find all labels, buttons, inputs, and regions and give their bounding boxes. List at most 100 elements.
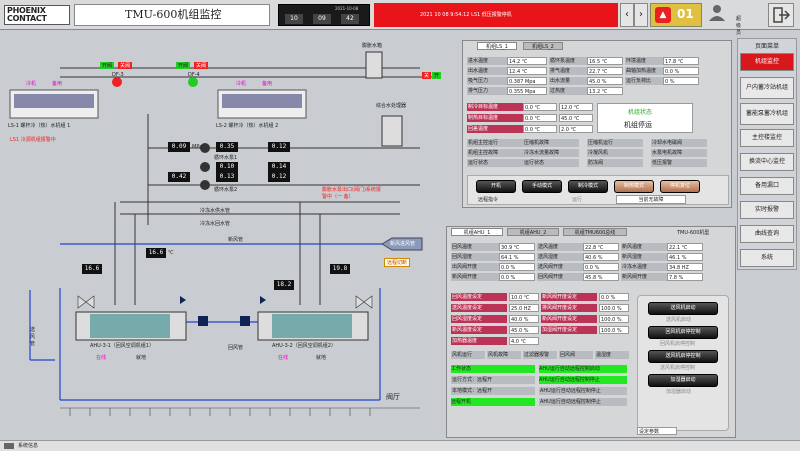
ls-cmd-value: 当前无故障 [616, 195, 686, 204]
ahu2-mode: 在线 [278, 355, 289, 361]
ahu-set0-label: 回风温度设定 [451, 293, 507, 301]
ahu-status-2-value: AHU运行自动远程控制停止 [539, 387, 627, 395]
pump3-outlet-pressure-2: 0.12 [268, 172, 290, 182]
logout-icon [773, 7, 791, 23]
nav-item-main-control[interactable]: 主控楼监控 [740, 129, 794, 147]
alarm-count: 01 [677, 7, 694, 21]
ahu1-name: AHU-3-1（回风空调机组1） [90, 343, 154, 349]
ls-lamp-2-3: 低压报警 [651, 159, 707, 167]
tab-tmu600[interactable]: 机组TMU600总线 [563, 228, 627, 236]
tank-start-btn[interactable]: 开 [432, 72, 442, 79]
alarm-banner[interactable]: 2021 10 08 9:54:12 LS1 低压报警停机 [374, 3, 618, 27]
ahu-set1-value2[interactable]: 100.0 % [599, 304, 629, 312]
footer-bar: 系统信息 [0, 440, 800, 451]
ahu-fan-start-button[interactable]: 送风机启动 [648, 302, 718, 315]
ahu-setting-note[interactable]: 设定参数 [637, 427, 677, 435]
prev-alarm-button[interactable]: ‹ [620, 3, 634, 27]
nav-item-converter-center[interactable]: 换流中心监控 [740, 153, 794, 171]
tab-ahu1[interactable]: 机组AHU_1 [451, 228, 503, 236]
tab-ahu2[interactable]: 机组AHU_2 [507, 228, 559, 236]
ls-reset-button[interactable]: 停机复位 [660, 180, 700, 193]
tank-stop-btn[interactable]: 关 [422, 72, 432, 79]
nav-item-spare-port[interactable]: 备用漏口 [740, 177, 794, 195]
right-warning: 膨胀水泵出口(阀门)系统报警中（一 备） [322, 187, 381, 200]
ahu-status-0-label: 工作状态 [451, 365, 535, 373]
ls-cool-button[interactable]: 制冷模式 [568, 180, 608, 193]
alarm-counter[interactable]: ▲ 01 [650, 3, 702, 27]
clock-display: 2021-10-08 10 09 42 [278, 4, 370, 26]
ls-manual-button[interactable]: 手动模式 [522, 180, 562, 193]
ls-row3-c1: 0.355 Mpa [507, 87, 547, 95]
ahu-humidifier-button[interactable]: 加湿器启动 [648, 374, 718, 387]
ahu-row1-c1: 64.1 % [499, 253, 535, 261]
ahu-set0-value[interactable]: 10.0 ℃ [509, 293, 539, 301]
phoenix-logo: PHOENIX CONTACT [4, 5, 70, 25]
ahu-set2-value2[interactable]: 100.0 % [599, 315, 629, 323]
tab-ls2[interactable]: 机组LS_2 [523, 42, 563, 50]
chiller-2-open-btn[interactable]: 开阀 [176, 62, 191, 69]
process-diagram [9, 51, 440, 416]
ahu-lamp-0: 风机运行 [451, 351, 485, 359]
footer-label[interactable]: 系统信息 [18, 443, 38, 449]
chiller-2-mode: 冷机 [236, 81, 247, 87]
ahu-set1-value[interactable]: 25.0 HZ [509, 304, 539, 312]
ahu-set3-label: 新风温度设定 [451, 326, 507, 334]
ls-set0-input[interactable]: 12.0 ℃ [559, 103, 593, 111]
ls-lamp-1-2: 冷凝风机 [587, 149, 643, 157]
air-supply-pipe-label: 送风管 [30, 327, 36, 347]
chiller-1-mode: 冷机 [26, 81, 37, 87]
next-alarm-button[interactable]: › [634, 3, 648, 27]
nav-item-realtime-alarm[interactable]: 实时报警 [740, 201, 794, 219]
ahu1-mode: 在线 [96, 355, 107, 361]
ahu-row3-c3: 45.8 % [583, 273, 619, 281]
ahu-row3-c2: 回风阀开度 [537, 273, 583, 281]
ls-row0-c0: 进水温度 [467, 57, 507, 65]
user-widget[interactable]: 超级员 [706, 3, 742, 36]
ahu-set2-value[interactable]: 40.0 % [509, 315, 539, 323]
ls-lamp-0-0: 机组主控运行 [467, 139, 523, 147]
ahu-row2-c5: 34.8 HZ [667, 263, 703, 271]
remote-cut-button[interactable]: 远程切断 [384, 258, 411, 267]
ahu-row2-c4: 冷冻水温度 [621, 263, 667, 271]
header-bar: PHOENIX CONTACT TMU-600机组监控 2021-10-08 1… [0, 0, 800, 36]
pump1-outlet-pressure-2: 0.12 [268, 142, 290, 152]
ls-set2-label: 回差温度 [467, 125, 523, 133]
nav-item-indoor-station[interactable]: 户内蓄冷站机组 [740, 77, 794, 99]
chiller-2-close-btn[interactable]: 关阀 [194, 62, 209, 69]
ls-heat-button[interactable]: 制热模式 [614, 180, 654, 193]
ls-state-title: 机组状态 [628, 109, 653, 116]
chiller-1-open-btn[interactable]: 开阀 [100, 62, 115, 69]
logout-button[interactable] [768, 3, 794, 27]
ahu-set4-value[interactable]: 4.0 ℃ [509, 337, 539, 345]
nav-item-unit-monitor[interactable]: 机组监控 [740, 53, 794, 71]
ls-start-button[interactable]: 开机 [476, 180, 516, 193]
tab-ls1[interactable]: 机组LS_1 [477, 42, 517, 50]
ahu-set1-label2: 排风阀开度设定 [541, 304, 597, 312]
ahu-row2-c0: 出风阀开度 [451, 263, 499, 271]
ls-row2-c3: 45.0 % [587, 77, 623, 85]
ahu-set3-value[interactable]: 45.0 % [509, 326, 539, 334]
ls-set2-cur: 0.0 ℃ [523, 125, 557, 133]
ahu-return-fan-button[interactable]: 回风机启停控制 [648, 326, 718, 339]
ahu-row1-c3: 40.6 % [583, 253, 619, 261]
temp-unit-2: ℃ [168, 250, 174, 256]
ls-set2-input[interactable]: 2.0 ℃ [559, 125, 593, 133]
ahu-lamp-3: 回风阀 [559, 351, 593, 359]
ls-set1-label: 制热目标温度 [467, 114, 523, 122]
ahu-set0-value2[interactable]: 0.0 % [599, 293, 629, 301]
nav-item-storage-unit[interactable]: 蓄能泵蓄冷机组 [740, 103, 794, 125]
temp-sensor-3: 19.8 [330, 264, 350, 274]
ls-lamp-2-1: 运行状态 [523, 159, 579, 167]
ahu-set3-value2[interactable]: 100.0 % [599, 326, 629, 334]
ahu-supply-fan-button[interactable]: 送风机启停控制 [648, 350, 718, 363]
ahu2-name: AHU-3-2（回风空调机组2） [272, 343, 336, 349]
return-pipe-label: 冷冻水回水管 [200, 221, 231, 227]
nav-item-curve-query[interactable]: 曲线查询 [740, 225, 794, 243]
user-icon [709, 5, 725, 21]
ahu-row3-c5: 7.8 % [667, 273, 703, 281]
ls-set1-input[interactable]: 45.0 ℃ [559, 114, 593, 122]
nav-item-system[interactable]: 系统 [740, 249, 794, 267]
chiller-1-close-btn[interactable]: 关阀 [118, 62, 133, 69]
ahu-row0-c5: 22.1 ℃ [667, 243, 703, 251]
ls-row0-c1: 14.2 ℃ [507, 57, 547, 65]
